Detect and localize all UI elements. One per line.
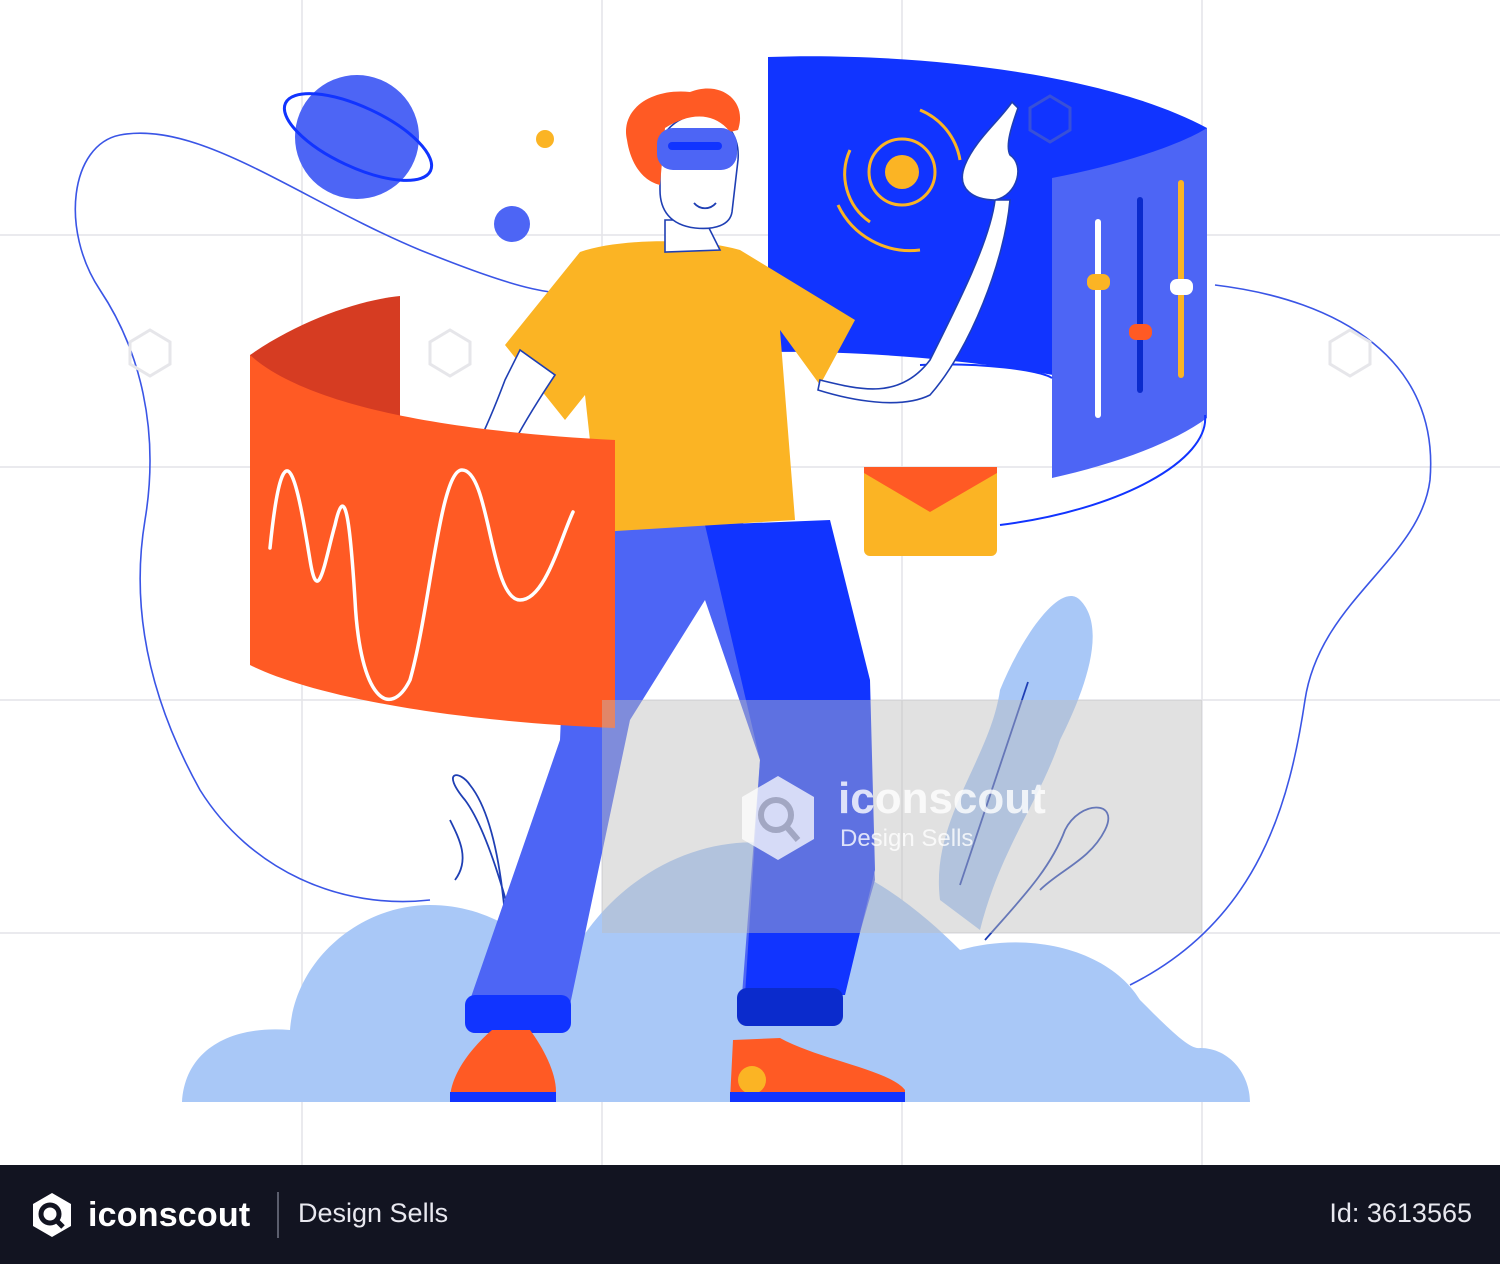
yellow-dot: [536, 130, 554, 148]
watermark-brand: iconscout: [838, 774, 1046, 823]
small-moon: [494, 206, 530, 242]
iconscout-logo-icon: [33, 1193, 71, 1237]
illustration: iconscout Design Sells: [0, 0, 1500, 1165]
watermark-tagline: Design Sells: [840, 825, 973, 852]
asset-id: Id: 3613565: [1329, 1198, 1472, 1228]
footer-tagline: Design Sells: [298, 1198, 449, 1228]
footer-brand-name: iconscout: [88, 1195, 251, 1234]
planet-icon: [282, 75, 434, 199]
envelope-icon: [864, 467, 997, 556]
footer-bar: iconscout Design Sells Id: 3613565: [0, 1165, 1500, 1264]
footer-brand[interactable]: iconscout: [28, 1191, 250, 1239]
footer-divider: [277, 1192, 279, 1238]
